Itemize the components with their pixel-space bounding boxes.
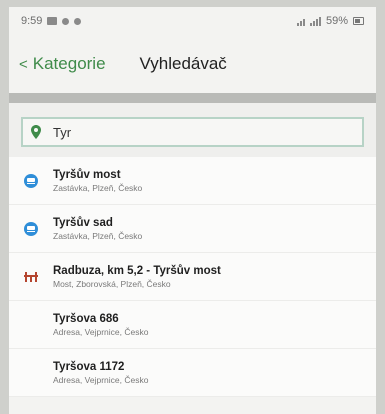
result-text: Tyršova 686 Adresa, Vejprnice, Česko: [53, 313, 148, 337]
result-title: Tyršův most: [53, 168, 121, 181]
bus-stop-icon: [24, 221, 38, 236]
result-subtitle: Most, Zborovská, Plzeň, Česko: [53, 278, 171, 289]
result-text: Tyršův most Zastávka, Plzeň, Česko: [53, 169, 142, 193]
result-subtitle: Zastávka, Plzeň, Česko: [53, 230, 143, 241]
search-area: [9, 103, 376, 157]
location-status-icon: [74, 17, 82, 25]
status-bar: 9:59 59%: [9, 7, 376, 35]
wifi-icon: [296, 17, 305, 26]
result-item[interactable]: Tyršův most Zastávka, Plzeň, Česko: [9, 157, 376, 205]
navigation-bar: < Kategorie Vyhledávač: [9, 35, 376, 93]
page-title: Vyhledávač: [139, 54, 227, 73]
location-pin-icon: [31, 125, 41, 139]
result-title: Tyršův sad: [53, 216, 113, 229]
result-text: Radbuza, km 5,2 - Tyršův most Most, Zbor…: [53, 265, 221, 289]
result-subtitle: Adresa, Vejprnice, Česko: [53, 374, 149, 385]
back-button[interactable]: < Kategorie: [19, 54, 106, 74]
status-time: 9:59: [21, 15, 43, 27]
bridge-icon: [24, 271, 38, 282]
result-title: Radbuza, km 5,2 - Tyršův most: [53, 264, 221, 277]
notification-icon: [62, 17, 70, 25]
result-title: Tyršova 1172: [53, 360, 125, 373]
status-right: 59%: [296, 15, 364, 27]
chevron-left-icon: <: [19, 55, 28, 73]
app-screen: 9:59 59% < Kategorie Vyhledávač Tyr Tyrš…: [9, 7, 376, 414]
result-item[interactable]: Tyršova 686 Adresa, Vejprnice, Česko: [9, 301, 376, 349]
result-text: Tyršův sad Zastávka, Plzeň, Česko: [53, 217, 142, 241]
result-item[interactable]: Radbuza, km 5,2 - Tyršův most Most, Zbor…: [9, 253, 376, 301]
result-subtitle: Adresa, Vejprnice, Česko: [53, 326, 149, 337]
bus-stop-icon: [24, 173, 38, 188]
divider-strip: [9, 93, 376, 103]
status-left: 9:59: [21, 15, 82, 27]
message-icon: [47, 17, 58, 25]
battery-icon: [353, 17, 364, 25]
result-icon-slot: [9, 221, 53, 236]
signal-icon: [309, 16, 321, 26]
battery-percent: 59%: [325, 15, 348, 27]
result-subtitle: Zastávka, Plzeň, Česko: [53, 182, 143, 193]
back-label: Kategorie: [32, 54, 106, 73]
search-box[interactable]: [21, 117, 364, 147]
result-item[interactable]: Tyršův sad Zastávka, Plzeň, Česko: [9, 205, 376, 253]
search-results: Tyršův most Zastávka, Plzeň, Česko Tyršů…: [9, 157, 376, 397]
result-title: Tyršova 686: [53, 312, 119, 325]
search-input[interactable]: [53, 124, 303, 140]
result-icon-slot: [9, 271, 53, 282]
result-icon-slot: [9, 173, 53, 188]
result-text: Tyršova 1172 Adresa, Vejprnice, Česko: [53, 361, 148, 385]
result-item[interactable]: Tyršova 1172 Adresa, Vejprnice, Česko: [9, 349, 376, 397]
